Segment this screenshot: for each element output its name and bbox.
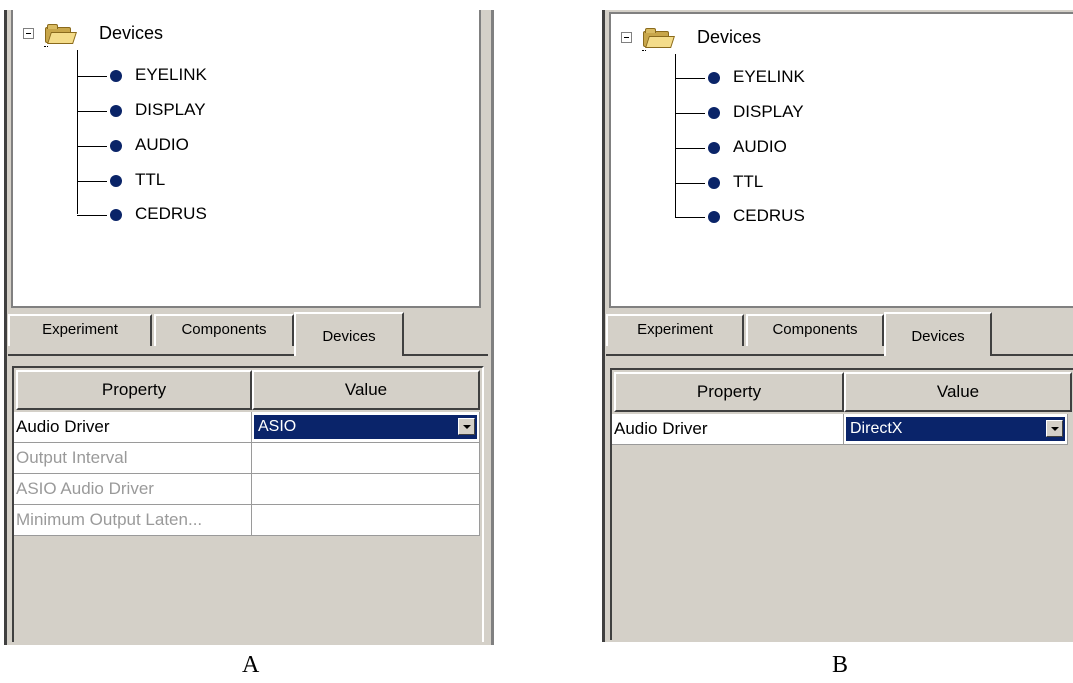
panel-a: Devices EYELINK DISPLAY AUDIO TTL CEDRUS bbox=[4, 10, 494, 645]
tab-bar: Experiment Components Devices bbox=[8, 308, 488, 364]
caption-a: A bbox=[242, 652, 260, 678]
tree-item-label[interactable]: TTL bbox=[135, 170, 165, 190]
tree-connector bbox=[675, 148, 705, 149]
bullet-dot-icon bbox=[708, 177, 720, 189]
panel-edge-left bbox=[4, 10, 7, 645]
tree-item-display[interactable]: DISPLAY bbox=[77, 100, 377, 124]
tree-connector bbox=[77, 111, 107, 112]
bullet-dot-icon bbox=[708, 142, 720, 154]
grid-row-audio-driver[interactable]: Audio Driver DirectX bbox=[612, 414, 1073, 445]
tree-item-label[interactable]: EYELINK bbox=[135, 65, 207, 85]
tree-item-label[interactable]: DISPLAY bbox=[733, 102, 804, 122]
bullet-dot-icon bbox=[708, 107, 720, 119]
tree-connector bbox=[675, 113, 705, 114]
grid-row-minimum-output-latency: Minimum Output Laten... bbox=[14, 505, 480, 536]
tree-connector bbox=[642, 50, 646, 52]
tab-devices[interactable]: Devices bbox=[884, 312, 992, 358]
tree-item-label[interactable]: CEDRUS bbox=[135, 204, 207, 224]
tree-item-display[interactable]: DISPLAY bbox=[675, 102, 975, 126]
tree-item-audio[interactable]: AUDIO bbox=[77, 135, 377, 159]
grid-row-audio-driver[interactable]: Audio Driver ASIO bbox=[14, 412, 480, 443]
column-header-value[interactable]: Value bbox=[252, 370, 480, 410]
property-value bbox=[252, 505, 480, 536]
caption-b: B bbox=[832, 652, 849, 678]
device-tree[interactable]: Devices EYELINK DISPLAY AUDIO TTL CEDRUS bbox=[609, 12, 1073, 308]
tab-components[interactable]: Components bbox=[154, 314, 294, 346]
tree-item-ttl[interactable]: TTL bbox=[77, 170, 377, 194]
minus-box-icon[interactable] bbox=[621, 32, 632, 43]
panel-b: Devices EYELINK DISPLAY AUDIO TTL CEDRUS bbox=[602, 10, 1073, 642]
tree-root-label[interactable]: Devices bbox=[697, 27, 761, 48]
tab-bar: Experiment Components Devices bbox=[606, 308, 1073, 364]
property-value[interactable]: DirectX bbox=[844, 414, 1068, 445]
tree-connector bbox=[44, 46, 48, 48]
property-name[interactable]: Audio Driver bbox=[14, 412, 252, 443]
tree-connector bbox=[77, 181, 107, 182]
property-grid: Property Value Audio Driver DirectX bbox=[610, 368, 1073, 640]
tab-components[interactable]: Components bbox=[746, 314, 884, 346]
folder-icon bbox=[45, 24, 77, 44]
tree-item-label[interactable]: AUDIO bbox=[135, 135, 189, 155]
dropdown-arrow-icon[interactable] bbox=[458, 418, 475, 435]
tab-baseline bbox=[606, 354, 1073, 356]
column-header-value[interactable]: Value bbox=[844, 372, 1072, 412]
panel-edge-right bbox=[491, 10, 494, 645]
property-name[interactable]: Audio Driver bbox=[612, 414, 844, 445]
property-value bbox=[252, 474, 480, 505]
tree-connector bbox=[77, 76, 107, 77]
column-header-property[interactable]: Property bbox=[614, 372, 844, 412]
tree-item-ttl[interactable]: TTL bbox=[675, 172, 975, 196]
tree-connector bbox=[675, 183, 705, 184]
tree-connector bbox=[675, 217, 705, 218]
grid-row-output-interval: Output Interval bbox=[14, 443, 480, 474]
bullet-dot-icon bbox=[708, 211, 720, 223]
property-name: ASIO Audio Driver bbox=[14, 474, 252, 505]
minus-box-icon[interactable] bbox=[23, 28, 34, 39]
bullet-dot-icon bbox=[110, 175, 122, 187]
bullet-dot-icon bbox=[110, 209, 122, 221]
grid-row-asio-audio-driver: ASIO Audio Driver bbox=[14, 474, 480, 505]
property-value[interactable]: ASIO bbox=[252, 412, 480, 443]
tab-experiment[interactable]: Experiment bbox=[8, 314, 152, 346]
bullet-dot-icon bbox=[708, 72, 720, 84]
property-grid: Property Value Audio Driver ASIO Output … bbox=[12, 366, 484, 642]
tree-connector bbox=[675, 78, 705, 79]
tree-connector bbox=[77, 146, 107, 147]
tree-item-eyelink[interactable]: EYELINK bbox=[675, 67, 975, 91]
folder-icon bbox=[643, 28, 675, 48]
select-value: DirectX bbox=[850, 420, 903, 437]
tree-item-cedrus[interactable]: CEDRUS bbox=[77, 204, 377, 228]
tree-item-audio[interactable]: AUDIO bbox=[675, 137, 975, 161]
property-name: Minimum Output Laten... bbox=[14, 505, 252, 536]
tab-devices[interactable]: Devices bbox=[294, 312, 404, 358]
bullet-dot-icon bbox=[110, 140, 122, 152]
tree-item-label[interactable]: TTL bbox=[733, 172, 763, 192]
tab-baseline bbox=[8, 354, 488, 356]
tree-item-eyelink[interactable]: EYELINK bbox=[77, 65, 377, 89]
tree-item-label[interactable]: DISPLAY bbox=[135, 100, 206, 120]
tree-connector bbox=[77, 215, 107, 216]
tree-item-cedrus[interactable]: CEDRUS bbox=[675, 206, 975, 230]
select-value: ASIO bbox=[258, 418, 297, 435]
audio-driver-select[interactable]: DirectX bbox=[846, 417, 1065, 441]
dropdown-arrow-icon[interactable] bbox=[1046, 420, 1063, 437]
bullet-dot-icon bbox=[110, 70, 122, 82]
column-header-property[interactable]: Property bbox=[16, 370, 252, 410]
panel-edge-left bbox=[602, 10, 605, 642]
tab-experiment[interactable]: Experiment bbox=[606, 314, 744, 346]
tree-root-label[interactable]: Devices bbox=[99, 23, 163, 44]
property-name: Output Interval bbox=[14, 443, 252, 474]
tree-item-label[interactable]: AUDIO bbox=[733, 137, 787, 157]
tree-item-label[interactable]: EYELINK bbox=[733, 67, 805, 87]
tree-item-label[interactable]: CEDRUS bbox=[733, 206, 805, 226]
bullet-dot-icon bbox=[110, 105, 122, 117]
device-tree[interactable]: Devices EYELINK DISPLAY AUDIO TTL CEDRUS bbox=[11, 10, 481, 308]
property-value bbox=[252, 443, 480, 474]
audio-driver-select[interactable]: ASIO bbox=[254, 415, 477, 439]
